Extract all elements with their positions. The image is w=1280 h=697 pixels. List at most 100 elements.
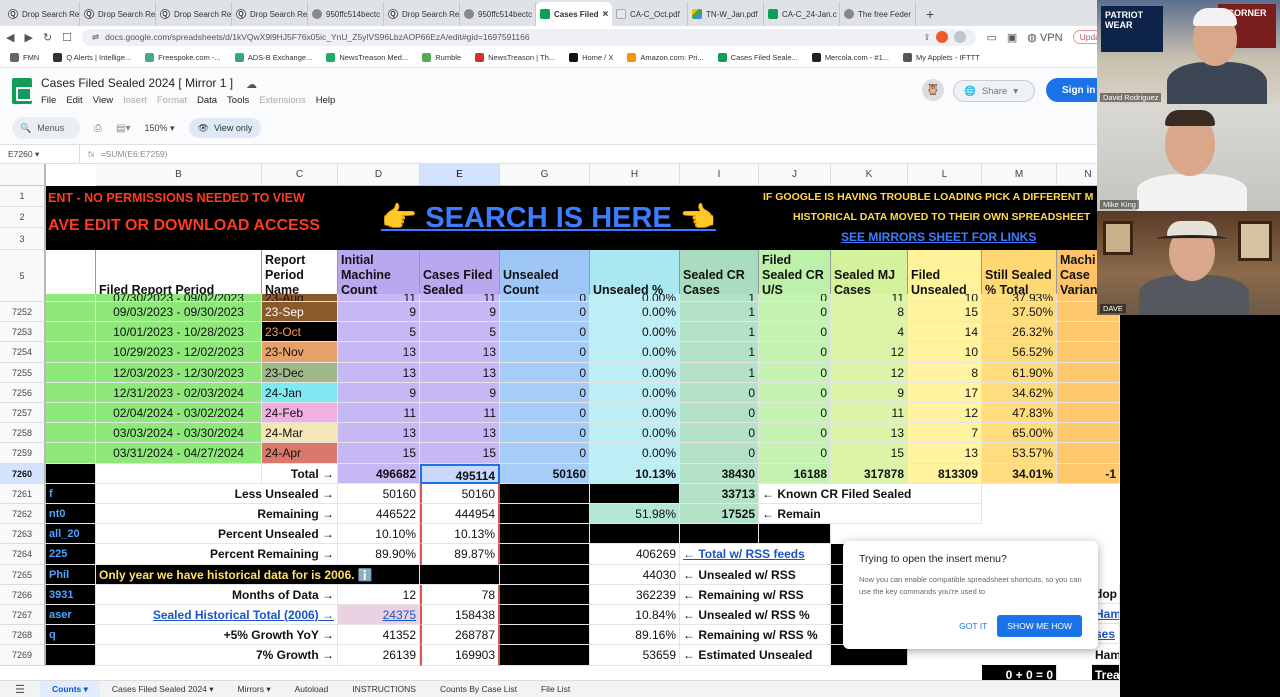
column-header[interactable]: J bbox=[759, 164, 831, 186]
share-button[interactable]: 🌐 Share ▾ bbox=[953, 80, 1035, 102]
menu-edit[interactable]: Edit bbox=[66, 95, 82, 106]
cell[interactable] bbox=[46, 423, 96, 444]
summary-value[interactable]: 51.98% bbox=[590, 504, 680, 525]
summary-value[interactable]: 158438 bbox=[420, 605, 500, 626]
cell[interactable]: 10 bbox=[908, 342, 982, 363]
column-header[interactable]: D bbox=[338, 164, 420, 186]
total-cell[interactable]: 16188 bbox=[759, 463, 831, 484]
selected-cell[interactable]: 495114 bbox=[420, 463, 500, 484]
summary-value[interactable]: 10.13% bbox=[420, 524, 500, 545]
summary-value[interactable]: 50160 bbox=[338, 483, 420, 504]
cell[interactable]: 11 bbox=[338, 403, 420, 424]
cell[interactable] bbox=[420, 564, 500, 585]
cell[interactable]: 56.52% bbox=[982, 342, 1057, 363]
cell[interactable]: 10/01/2023 - 10/28/2023 bbox=[96, 322, 262, 343]
row-header[interactable]: 7252 bbox=[0, 302, 46, 323]
cell[interactable]: 12/03/2023 - 12/30/2023 bbox=[96, 362, 262, 383]
cell[interactable]: 12 bbox=[831, 342, 908, 363]
rewards-icon[interactable] bbox=[954, 31, 967, 43]
formula-input[interactable]: =SUM(E6:E7259) bbox=[95, 149, 168, 159]
cell[interactable] bbox=[500, 564, 590, 585]
side-fragment[interactable]: 225 bbox=[46, 544, 96, 565]
cell[interactable] bbox=[500, 584, 590, 605]
summary-value[interactable]: 89.90% bbox=[338, 544, 420, 565]
cell[interactable]: 5 bbox=[420, 322, 500, 343]
forward-icon[interactable]: ▶ bbox=[24, 31, 32, 44]
cell[interactable]: 0.00% bbox=[590, 423, 680, 444]
cell[interactable]: 1 bbox=[680, 362, 759, 383]
cell[interactable]: 9 bbox=[338, 302, 420, 323]
summary-note[interactable]: ← Estimated Unsealed bbox=[680, 645, 831, 666]
back-icon[interactable]: ◀ bbox=[6, 31, 14, 44]
row-header[interactable]: 7267 bbox=[0, 605, 46, 626]
sheet-tab[interactable]: INSTRUCTIONS bbox=[340, 681, 428, 697]
browser-tab[interactable]: Q Drop Search Re bbox=[232, 2, 308, 26]
cell[interactable]: 14 bbox=[908, 322, 982, 343]
side-fragment[interactable]: Phil bbox=[46, 564, 96, 585]
report-period-name[interactable]: 24-Jan bbox=[262, 382, 338, 403]
summary-value[interactable]: 362239 bbox=[590, 584, 680, 605]
browser-tab[interactable]: TN-W_Jan.pdf bbox=[688, 2, 764, 26]
report-period-name[interactable]: 23-Dec bbox=[262, 362, 338, 383]
zoom-select[interactable]: 150% ▾ bbox=[144, 123, 174, 134]
cell[interactable]: 07/30/2023 - 09/02/2023 bbox=[96, 294, 262, 302]
cell[interactable] bbox=[500, 544, 590, 565]
cell[interactable]: 37.93% bbox=[982, 294, 1057, 302]
bookmark-item[interactable]: ADS-B Exchange... bbox=[234, 53, 312, 62]
summary-value[interactable] bbox=[590, 483, 680, 504]
menu-insert[interactable]: Insert bbox=[123, 95, 147, 106]
cell[interactable]: 0 bbox=[500, 403, 590, 424]
side-fragment[interactable]: all_20 bbox=[46, 524, 96, 545]
select-all-corner[interactable] bbox=[0, 164, 46, 186]
summary-value[interactable] bbox=[590, 524, 680, 545]
row-header[interactable]: 7256 bbox=[0, 382, 46, 403]
url-field[interactable]: ⇌ docs.google.com/spreadsheets/d/1kVQwX9… bbox=[82, 28, 977, 46]
cell[interactable]: 0 bbox=[759, 322, 831, 343]
cell[interactable] bbox=[500, 524, 590, 545]
cell[interactable]: 9 bbox=[420, 382, 500, 403]
cell[interactable] bbox=[1057, 362, 1120, 383]
column-header[interactable]: L bbox=[908, 164, 982, 186]
bookmark-item[interactable]: Amazon.com: Pri... bbox=[627, 53, 704, 62]
bookmark-item[interactable]: My Applets - IFTTT bbox=[903, 53, 980, 62]
cell[interactable]: 7 bbox=[908, 423, 982, 444]
cell[interactable]: 0 bbox=[500, 443, 590, 464]
summary-value[interactable]: 89.16% bbox=[590, 625, 680, 646]
summary-value[interactable]: 26139 bbox=[338, 645, 420, 666]
format-icon[interactable]: ▤▾ bbox=[116, 123, 130, 134]
cell[interactable]: 0.00% bbox=[590, 322, 680, 343]
cell[interactable]: 53.57% bbox=[982, 443, 1057, 464]
summary-value[interactable]: 78 bbox=[420, 584, 500, 605]
cell[interactable]: 12/31/2023 - 02/03/2024 bbox=[96, 382, 262, 403]
document-title[interactable]: Cases Filed Sealed 2024 [ Mirror 1 ] bbox=[41, 76, 233, 90]
cell[interactable]: 11 bbox=[831, 403, 908, 424]
cell[interactable] bbox=[1057, 403, 1120, 424]
column-header[interactable]: H bbox=[590, 164, 680, 186]
cell[interactable]: 0 bbox=[759, 294, 831, 302]
summary-value[interactable]: 17525 bbox=[680, 504, 759, 525]
name-box[interactable]: E7260 ▾ bbox=[0, 145, 80, 163]
sheet-tab[interactable]: Mirrors ▾ bbox=[226, 681, 283, 697]
row-header[interactable]: 7261 bbox=[0, 483, 46, 504]
cell[interactable]: 0.00% bbox=[590, 362, 680, 383]
cell[interactable]: 15 bbox=[908, 302, 982, 323]
summary-value[interactable]: 444954 bbox=[420, 504, 500, 525]
browser-tab[interactable]: Q Drop Search Re bbox=[156, 2, 232, 26]
cell[interactable]: 1 bbox=[680, 302, 759, 323]
row-header[interactable]: 3 bbox=[0, 228, 46, 250]
bookmark-item[interactable]: NewsTreason Med... bbox=[326, 53, 408, 62]
report-period-name[interactable]: 23-Sep bbox=[262, 302, 338, 323]
cell[interactable] bbox=[1057, 443, 1120, 464]
cell[interactable] bbox=[1057, 382, 1120, 403]
report-period-name[interactable]: 23-Oct bbox=[262, 322, 338, 343]
browser-tab[interactable]: 950ffc514bectc bbox=[460, 2, 536, 26]
site-info-icon[interactable]: ⇌ bbox=[92, 32, 99, 43]
cell[interactable]: 0.00% bbox=[590, 382, 680, 403]
cell[interactable]: 0 bbox=[680, 423, 759, 444]
cell-formula-result[interactable]: 0 + 0 = 0 bbox=[982, 664, 1057, 680]
print-icon[interactable]: ⎙ bbox=[94, 123, 102, 134]
summary-note[interactable]: ← Remaining w/ RSS % bbox=[680, 625, 831, 646]
column-header[interactable]: B bbox=[96, 164, 262, 186]
cell[interactable]: 0 bbox=[759, 302, 831, 323]
cell[interactable] bbox=[500, 605, 590, 626]
